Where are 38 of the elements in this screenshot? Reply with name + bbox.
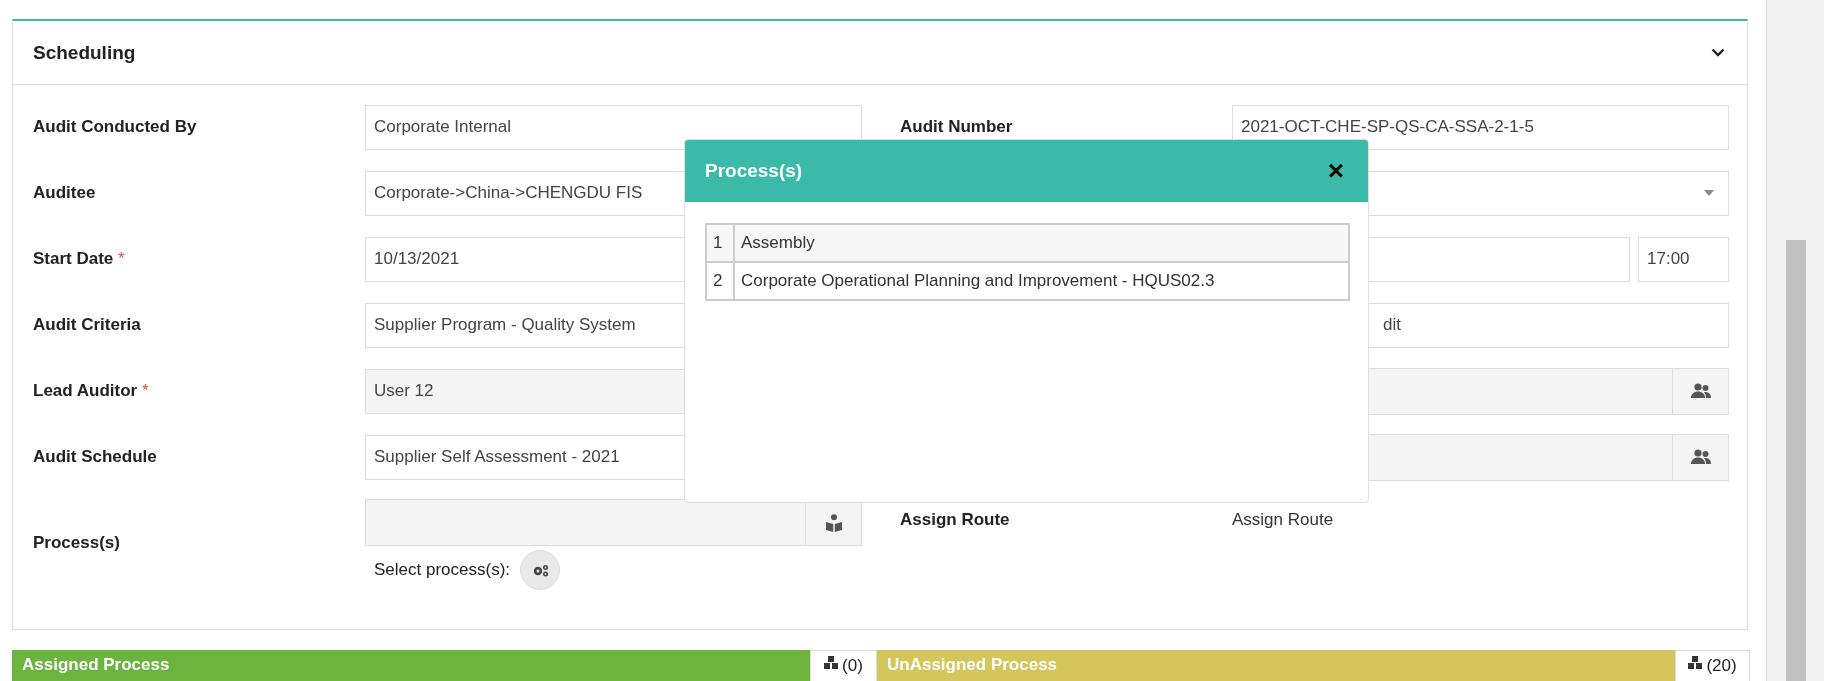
process-count: (0) [842,656,863,676]
required-asterisk: * [141,381,149,400]
required-asterisk: * [118,249,125,268]
table-cell: 2 [706,262,734,300]
reader-icon [825,513,842,532]
time-field[interactable]: 17:00 [1638,236,1729,282]
text-field[interactable]: 2021-OCT-CHE-SP-QS-CA-SSA-2-1-5 [1232,104,1729,150]
close-button[interactable]: × [1327,157,1344,185]
gears-icon [531,563,549,577]
field-label: Start Date [33,249,114,268]
text-field[interactable]: Corporate Internal [365,104,862,150]
scrollbar[interactable] [1766,0,1824,681]
field-label: Lead Auditor [33,381,138,400]
panel-title: Scheduling [33,41,136,64]
field-label: Audit Criteria [33,315,141,334]
table-cell: Assembly [734,224,1349,262]
field-label: Auditee [33,183,96,202]
scrollbar-thumb[interactable] [1786,240,1806,681]
select-label: Select process(s): [374,560,511,580]
select-process-button[interactable] [520,550,561,590]
field-label: Process(s) [33,533,120,552]
lookup-field[interactable] [365,499,862,546]
field-label: Audit Schedule [33,447,157,466]
bar-title: UnAssigned Process [887,655,1058,675]
chevron-icon[interactable] [1711,48,1725,57]
field-label: Audit Conducted By [33,117,197,136]
table-cell: 1 [706,224,734,262]
table-cell: Corporate Operational Planning and Improvement - HQUS02.3 [734,262,1349,300]
process-count: (20) [1706,656,1737,676]
users-icon [1689,383,1712,399]
caret-icon [1704,190,1714,196]
field-label: Audit Number [900,117,1013,136]
bar-title: Assigned Process [22,655,170,675]
route-text: Assign Route [1232,510,1334,529]
cubes-icon [1688,656,1703,669]
field-label: Assign Route [900,510,1010,529]
cubes-icon [824,656,839,669]
users-icon [1689,449,1712,465]
